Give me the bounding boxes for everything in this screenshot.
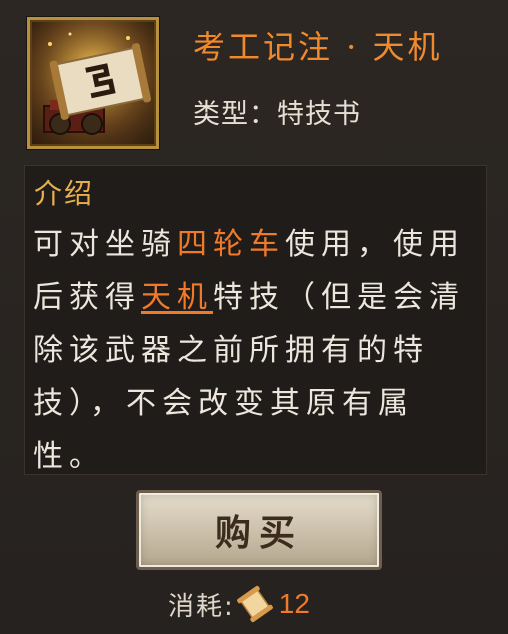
description-text: 可对坐骑四轮车使用，使用后获得天机特技（但是会清除该武器之前所拥有的特技），不会… — [33, 218, 483, 483]
buy-button[interactable]: 购买 — [136, 490, 382, 570]
buy-button-label: 购买 — [214, 512, 303, 554]
scroll-currency-icon — [236, 585, 273, 623]
description-panel: 介绍 可对坐骑四轮车使用，使用后获得天机特技（但是会清除该武器之前所拥有的特技）… — [24, 165, 487, 475]
cost-value: 12 — [278, 588, 310, 619]
item-icon — [27, 17, 159, 149]
cost-label: 消耗: — [168, 591, 235, 622]
skill-name-link[interactable]: 天机 — [141, 280, 213, 315]
cost-row: 消耗: 12 — [168, 584, 310, 624]
item-type: 类型：特技书 — [193, 99, 361, 130]
mount-name-highlight: 四轮车 — [177, 227, 285, 262]
description-heading: 介绍 — [34, 177, 95, 210]
item-title: 考工记注 · 天机 — [193, 28, 443, 66]
description-text-part: 可对坐骑 — [33, 227, 177, 262]
scroll-book-icon — [30, 20, 156, 146]
item-detail-panel: 考工记注 · 天机 类型：特技书 介绍 可对坐骑四轮车使用，使用后获得天机特技（… — [0, 0, 508, 634]
